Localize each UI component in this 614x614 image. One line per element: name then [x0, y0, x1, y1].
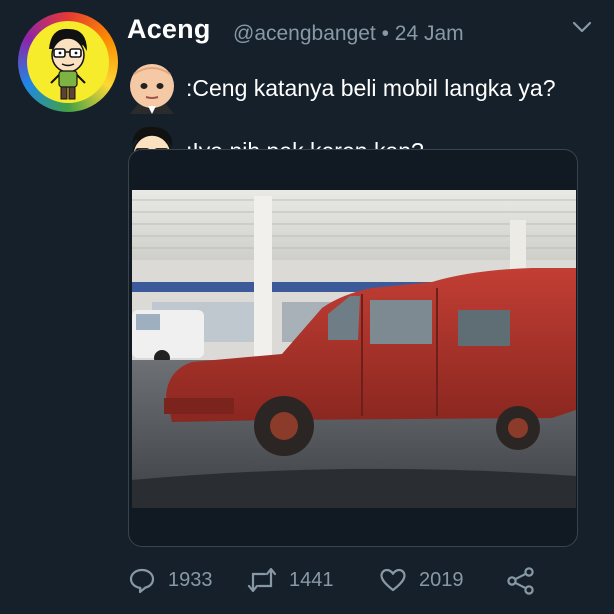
share-button[interactable] — [506, 566, 536, 596]
retweet-icon — [247, 566, 277, 594]
reply-count: 1933 — [168, 568, 213, 591]
aceng-cartoon-avatar-icon — [27, 21, 109, 103]
reply-button[interactable]: 1933 — [128, 566, 213, 594]
reply-icon — [128, 566, 156, 594]
author-name[interactable]: Aceng — [127, 14, 211, 45]
author-handle-and-time[interactable]: @acengbanget • 24 Jam — [233, 22, 464, 46]
boss-baby-avatar-icon — [124, 60, 180, 116]
chat-message-1: :Ceng katanya beli mobil langka ya? — [186, 74, 556, 101]
profile-avatar[interactable] — [18, 12, 118, 112]
chat-line-boss: :Ceng katanya beli mobil langka ya? — [124, 60, 556, 116]
heart-icon — [379, 566, 407, 594]
chevron-down-icon[interactable] — [572, 20, 592, 34]
like-button[interactable]: 2019 — [379, 566, 464, 594]
action-bar: 1933 1441 2019 — [128, 566, 548, 596]
tweet-photo[interactable] — [132, 190, 576, 508]
retweet-count: 1441 — [289, 568, 334, 591]
tweet: Aceng @acengbanget • 24 Jam :Ceng katany… — [0, 0, 614, 614]
share-icon — [506, 566, 536, 596]
like-count: 2019 — [419, 568, 464, 591]
retweet-button[interactable]: 1441 — [247, 566, 334, 594]
